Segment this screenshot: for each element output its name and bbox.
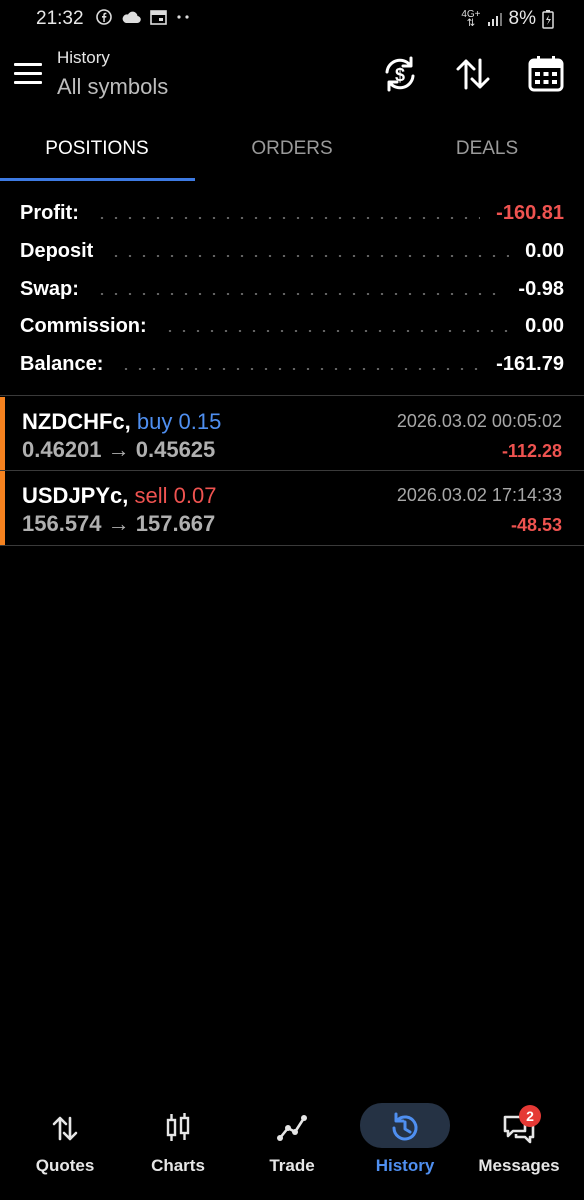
summary-value: 0.00 [525, 314, 564, 337]
summary-label: Swap: [20, 277, 79, 300]
bottom-nav: Quotes Charts Trade History Messages [0, 1092, 584, 1200]
summary-label: Profit: [20, 201, 79, 224]
nav-trade[interactable]: Trade [234, 1092, 350, 1200]
status-icons-left [96, 9, 190, 25]
messages-badge: 2 [519, 1105, 541, 1127]
sort-icon [456, 58, 490, 90]
summary-value: 0.00 [525, 239, 564, 262]
divider [0, 545, 584, 546]
divider [0, 395, 584, 396]
symbol-name: NZDCHFc, [22, 409, 131, 434]
tab-positions[interactable]: POSITIONS [0, 122, 194, 182]
active-tab-indicator [0, 178, 195, 181]
position-row[interactable]: USDJPYc, sell 0.07 156.574 → 157.667 202… [0, 471, 584, 545]
position-profit: -112.28 [501, 441, 562, 461]
summary-row-deposit: Deposit 0.00 [20, 232, 564, 270]
signal-icon [487, 13, 502, 26]
battery-percent: 8% [508, 8, 536, 29]
summary-label: Deposit [20, 239, 94, 262]
summary-value: -160.81 [496, 201, 564, 224]
nav-messages[interactable]: Messages [461, 1092, 577, 1200]
position-row[interactable]: NZDCHFc, buy 0.15 0.46201 → 0.45625 2026… [0, 397, 584, 471]
currency-refresh-button[interactable]: $ [378, 52, 422, 96]
history-tabs: POSITIONS ORDERS DEALS [0, 122, 584, 182]
calendar-icon [150, 10, 167, 25]
position-accent-bar [0, 471, 5, 545]
position-side: buy 0.15 [136, 409, 222, 434]
tab-deals[interactable]: DEALS [390, 122, 584, 182]
dotted-leader [94, 293, 503, 295]
status-icons-right: 4G+ ⇅ 8% [461, 8, 554, 30]
quotes-icon [52, 1116, 78, 1141]
dotted-leader [109, 255, 510, 257]
data-arrows-icon: ⇅ [466, 18, 476, 29]
dotted-leader [162, 330, 510, 332]
position-prices: 0.46201 → 0.45625 [22, 437, 216, 462]
menu-icon[interactable] [14, 63, 42, 85]
summary-label: Commission: [20, 314, 147, 337]
nav-label: Quotes [35, 1156, 95, 1175]
sort-button[interactable] [451, 52, 495, 96]
svg-text:$: $ [395, 65, 405, 85]
network-indicator: 4G+ ⇅ [461, 10, 480, 29]
nav-quotes[interactable]: Quotes [7, 1092, 123, 1200]
cloud-icon [122, 11, 141, 24]
status-bar: 21:32 4G+ ⇅ 8% [0, 0, 584, 36]
dotted-leader [119, 368, 481, 370]
tab-orders[interactable]: ORDERS [195, 122, 389, 182]
page-title: History [57, 48, 110, 67]
more-dots-icon [177, 15, 189, 19]
nav-label: Trade [269, 1156, 315, 1175]
calendar-icon [528, 56, 564, 92]
nav-label: History [375, 1156, 435, 1175]
nav-label: Messages [478, 1156, 560, 1175]
summary-row-commission: Commission: 0.00 [20, 307, 564, 345]
trade-icon [277, 1115, 307, 1141]
summary-row-balance: Balance: -161.79 [20, 345, 564, 383]
symbol-name: USDJPYc, [22, 483, 129, 508]
facebook-icon [96, 9, 112, 25]
summary-value: -0.98 [518, 277, 564, 300]
nav-history[interactable]: History [347, 1092, 463, 1200]
position-time: 2026.03.02 17:14:33 [396, 485, 562, 505]
summary-label: Balance: [20, 352, 104, 375]
position-symbol: USDJPYc, sell 0.07 [22, 483, 216, 509]
currency-refresh-icon: $ [385, 56, 415, 92]
nav-charts[interactable]: Charts [120, 1092, 236, 1200]
charts-icon [166, 1113, 190, 1141]
position-side: sell 0.07 [134, 483, 217, 508]
history-icon [392, 1112, 418, 1141]
symbol-filter[interactable]: All symbols [57, 74, 168, 100]
battery-icon [542, 10, 554, 29]
nav-label: Charts [151, 1156, 205, 1175]
dotted-leader [94, 217, 481, 219]
position-time: 2026.03.02 00:05:02 [396, 411, 562, 431]
summary-value: -161.79 [496, 352, 564, 375]
summary-row-profit: Profit: -160.81 [20, 194, 564, 232]
position-profit: -48.53 [510, 515, 562, 535]
position-accent-bar [0, 397, 5, 471]
position-symbol: NZDCHFc, buy 0.15 [22, 409, 221, 435]
status-time: 21:32 [36, 8, 84, 29]
position-prices: 156.574 → 157.667 [22, 511, 216, 536]
summary-row-swap: Swap: -0.98 [20, 270, 564, 308]
calendar-button[interactable] [524, 52, 568, 96]
